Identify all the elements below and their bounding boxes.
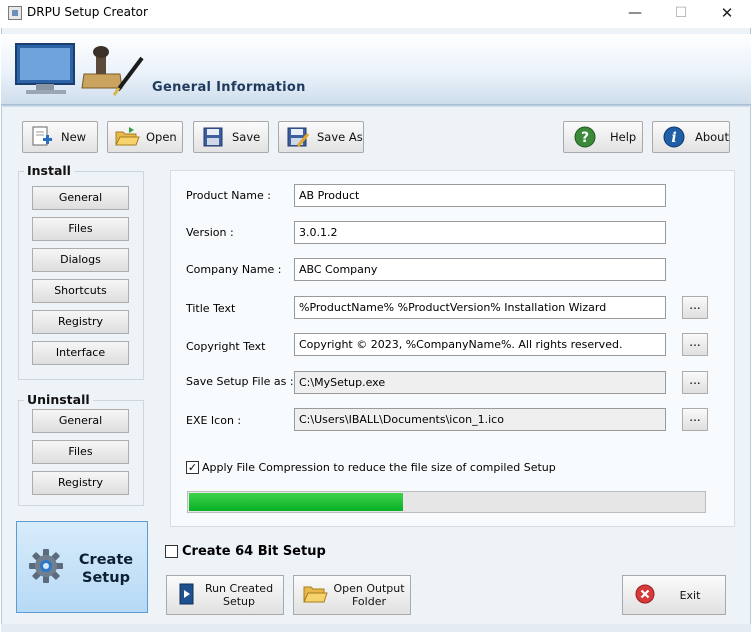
- about-label: About: [694, 130, 729, 144]
- compression-checkbox[interactable]: ✓: [186, 461, 199, 474]
- open-folder-line2: Folder: [352, 595, 386, 608]
- exe-icon-label: EXE Icon :: [186, 414, 242, 427]
- open-folder-line1: Open Output: [333, 582, 405, 595]
- save-button[interactable]: Save: [193, 121, 269, 153]
- svg-text:?: ?: [581, 130, 589, 146]
- exit-icon: [635, 584, 655, 607]
- exe-icon-input[interactable]: C:\Users\IBALL\Documents\icon_1.ico: [294, 408, 666, 431]
- product-name-label: Product Name :: [186, 189, 271, 202]
- help-label: Help: [610, 130, 637, 144]
- status-strip: [1, 624, 751, 632]
- new-document-icon: [29, 125, 55, 149]
- save-as-icon: [285, 125, 311, 149]
- close-button[interactable]: ✕: [704, 0, 750, 28]
- create-setup-line1: Create: [78, 552, 134, 568]
- save-setup-browse-button[interactable]: ...: [682, 371, 708, 394]
- info-icon: i: [661, 125, 687, 149]
- new-label: New: [61, 130, 87, 144]
- install-shortcuts-button[interactable]: Shortcuts: [32, 279, 129, 303]
- open-button[interactable]: Open: [107, 121, 183, 153]
- product-name-input[interactable]: AB Product: [294, 184, 666, 207]
- save-setup-input[interactable]: C:\MySetup.exe: [294, 371, 666, 394]
- create-setup-label: Create Setup: [66, 551, 146, 587]
- install-files-button[interactable]: Files: [32, 217, 129, 241]
- new-button[interactable]: New: [22, 121, 98, 153]
- progress-bar: [187, 491, 706, 513]
- exit-button[interactable]: Exit: [622, 575, 726, 615]
- open-output-folder-button[interactable]: Open Output Folder: [293, 575, 411, 615]
- floppy-disk-icon: [200, 125, 226, 149]
- open-folder-icon: [114, 125, 140, 149]
- monitor-stamp-pen-icon: [15, 43, 144, 96]
- copyright-text-browse-button[interactable]: ...: [682, 333, 708, 356]
- save-label: Save: [232, 130, 261, 144]
- uninstall-heading: Uninstall: [24, 392, 93, 407]
- page-title: General Information: [152, 80, 306, 95]
- maximize-button[interactable]: ☐: [658, 0, 704, 28]
- install-registry-button[interactable]: Registry: [32, 310, 129, 334]
- create-setup-line2: Setup: [82, 570, 130, 586]
- version-label: Version :: [186, 226, 234, 239]
- run-created-setup-button[interactable]: Run Created Setup: [166, 575, 284, 615]
- app-icon: [8, 6, 22, 20]
- install-interface-button[interactable]: Interface: [32, 341, 129, 365]
- folder-icon: [302, 582, 328, 609]
- create-64bit-label: Create 64 Bit Setup: [182, 544, 326, 559]
- run-setup-label: Run Created Setup: [195, 582, 283, 608]
- title-text-label: Title Text: [186, 302, 236, 315]
- save-as-button[interactable]: Save As: [278, 121, 364, 153]
- version-input[interactable]: 3.0.1.2: [294, 221, 666, 244]
- gear-icon: [29, 549, 63, 583]
- save-setup-label: Save Setup File as :: [186, 375, 294, 388]
- compression-label: Apply File Compression to reduce the fil…: [202, 461, 556, 474]
- minimize-button[interactable]: —: [612, 0, 658, 28]
- create-64bit-checkbox[interactable]: [165, 545, 178, 558]
- copyright-text-input[interactable]: Copyright © 2023, %CompanyName%. All rig…: [294, 333, 666, 356]
- run-setup-line2: Setup: [222, 595, 256, 608]
- open-label: Open: [146, 130, 177, 144]
- exe-icon-browse-button[interactable]: ...: [682, 408, 708, 431]
- uninstall-registry-button[interactable]: Registry: [32, 471, 129, 495]
- uninstall-files-button[interactable]: Files: [32, 440, 129, 464]
- progress-fill: [189, 493, 403, 511]
- title-text-input[interactable]: %ProductName% %ProductVersion% Installat…: [294, 296, 666, 319]
- company-name-label: Company Name :: [186, 263, 282, 276]
- save-as-label: Save As: [317, 130, 363, 144]
- about-button[interactable]: i About: [652, 121, 730, 153]
- header-divider: [1, 104, 751, 107]
- svg-text:i: i: [671, 130, 676, 146]
- copyright-text-label: Copyright Text: [186, 340, 266, 353]
- run-setup-icon: [179, 582, 195, 609]
- open-folder-label: Open Output Folder: [328, 582, 410, 608]
- exit-label: Exit: [679, 588, 701, 602]
- help-icon: ?: [572, 125, 598, 149]
- install-dialogs-button[interactable]: Dialogs: [32, 248, 129, 272]
- install-heading: Install: [24, 163, 74, 178]
- title-text-browse-button[interactable]: ...: [682, 296, 708, 319]
- company-name-input[interactable]: ABC Company: [294, 258, 666, 281]
- install-general-button[interactable]: General: [32, 186, 129, 210]
- help-button[interactable]: ? Help: [563, 121, 643, 153]
- window-title: DRPU Setup Creator: [27, 5, 148, 19]
- run-setup-line1: Run Created: [204, 582, 274, 595]
- uninstall-general-button[interactable]: General: [32, 409, 129, 433]
